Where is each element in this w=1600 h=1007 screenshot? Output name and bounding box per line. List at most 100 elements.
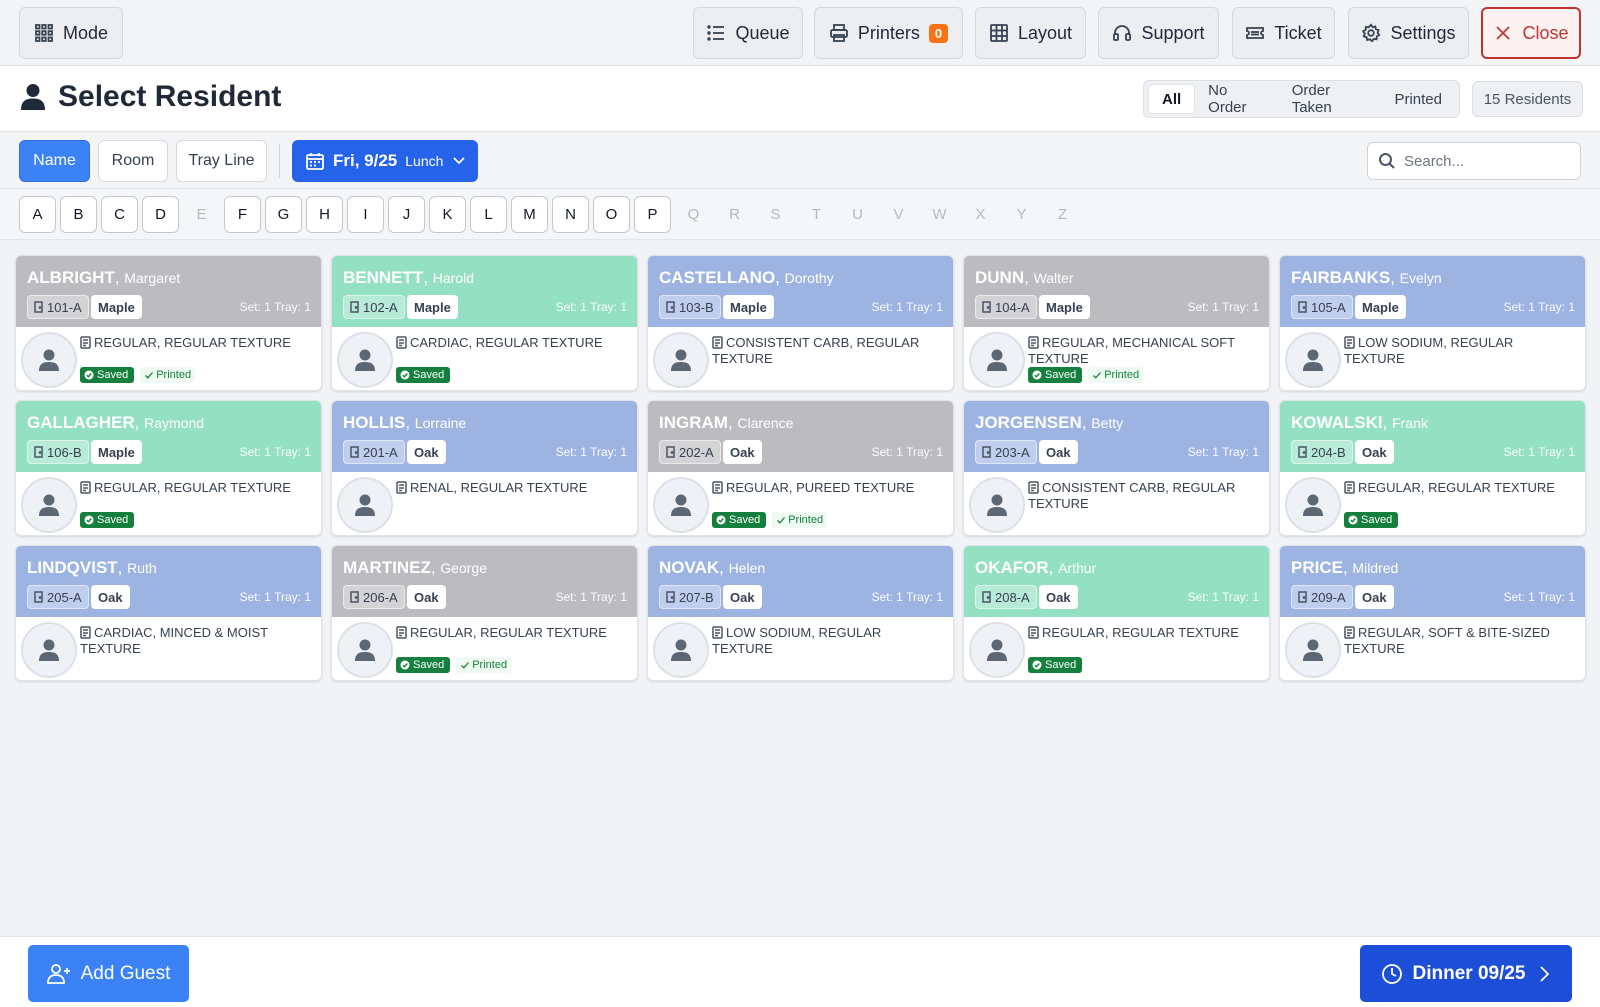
unit-chip: Maple <box>407 295 458 319</box>
avatar <box>1285 332 1341 388</box>
document-icon <box>1344 626 1355 639</box>
resident-card-body: REGULAR, REGULAR TEXTURE Saved <box>964 617 1269 680</box>
support-button[interactable]: Support <box>1098 7 1219 59</box>
room-chip: 202-A <box>659 440 721 464</box>
check-icon <box>1093 372 1102 379</box>
resident-name: JORGENSEN, Betty <box>975 413 1124 432</box>
saved-label: Saved <box>1361 514 1393 526</box>
saved-label: Saved <box>97 369 129 381</box>
add-guest-button[interactable]: Add Guest <box>28 945 189 1002</box>
search-input[interactable] <box>1404 152 1564 170</box>
resident-first-name: George <box>440 560 487 576</box>
ticket-button[interactable]: Ticket <box>1232 7 1335 59</box>
letter-g[interactable]: G <box>265 196 302 233</box>
next-meal-button[interactable]: Dinner 09/25 <box>1360 945 1572 1002</box>
resident-card[interactable]: OKAFOR, Arthur 208-A Oak Set: 1 Tray: 1 REGU… <box>963 545 1270 681</box>
settings-label: Settings <box>1390 22 1456 43</box>
resident-card[interactable]: MARTINEZ, George 206-A Oak Set: 1 Tray: 1 RE… <box>331 545 638 681</box>
filter-all[interactable]: All <box>1148 84 1196 114</box>
search-box[interactable] <box>1367 142 1581 180</box>
letter-e: E <box>196 206 207 223</box>
saved-label: Saved <box>413 659 445 671</box>
letter-n[interactable]: N <box>552 196 589 233</box>
letter-h[interactable]: H <box>306 196 343 233</box>
door-icon <box>1298 446 1307 458</box>
resident-name: FAIRBANKS, Evelyn <box>1291 268 1442 287</box>
letter-i[interactable]: I <box>347 196 384 233</box>
printers-button[interactable]: Printers 0 <box>814 7 963 59</box>
sort-room-button[interactable]: Room <box>98 140 168 182</box>
resident-card[interactable]: PRICE, Mildred 209-A Oak Set: 1 Tray: 1 REGU… <box>1279 545 1586 681</box>
resident-card[interactable]: LINDQVIST, Ruth 205-A Oak Set: 1 Tray: 1 CAR… <box>15 545 322 681</box>
room-chip: 106-B <box>27 440 89 464</box>
resident-card[interactable]: FAIRBANKS, Evelyn 105-A Maple Set: 1 Tray: … <box>1279 255 1586 391</box>
diet-text: REGULAR, REGULAR TEXTURE <box>94 480 291 495</box>
room-number: 103-B <box>679 299 714 315</box>
document-icon <box>1344 481 1355 494</box>
status-filter-group: All No Order Order Taken Printed <box>1143 80 1460 118</box>
resident-first-name: Walter <box>1033 270 1074 286</box>
letter-f[interactable]: F <box>224 196 261 233</box>
chevron-down-icon <box>453 157 466 165</box>
printed-badge: Printed <box>772 512 828 528</box>
set-tray-info: Set: 1 Tray: 1 <box>1187 590 1259 604</box>
resident-card[interactable]: NOVAK, Helen 207-B Oak Set: 1 Tray: 1 LOW SO… <box>647 545 954 681</box>
filter-no-order[interactable]: No Order <box>1195 82 1279 116</box>
resident-card-body: LOW SODIUM, REGULAR TEXTURE <box>648 617 953 680</box>
set-tray-info: Set: 1 Tray: 1 <box>1503 590 1575 604</box>
resident-card[interactable]: DUNN, Walter 104-A Maple Set: 1 Tray: 1 REGU… <box>963 255 1270 391</box>
resident-card[interactable]: CASTELLANO, Dorothy 103-B Maple Set: 1 Tray… <box>647 255 954 391</box>
check-circle-icon <box>400 660 410 670</box>
letter-d[interactable]: D <box>142 196 179 233</box>
resident-name: MARTINEZ, George <box>343 558 487 577</box>
resident-card[interactable]: HOLLIS, Lorraine 201-A Oak Set: 1 Tray: 1 RE… <box>331 400 638 536</box>
layout-button[interactable]: Layout <box>975 7 1086 59</box>
letter-p[interactable]: P <box>634 196 671 233</box>
filter-printed[interactable]: Printed <box>1381 84 1455 114</box>
resident-card[interactable]: GALLAGHER, Raymond 106-B Maple Set: 1 Tray:… <box>15 400 322 536</box>
resident-card[interactable]: INGRAM, Clarence 202-A Oak Set: 1 Tray: 1 RE… <box>647 400 954 536</box>
sort-name-button[interactable]: Name <box>19 140 90 182</box>
resident-name: GALLAGHER, Raymond <box>27 413 205 432</box>
resident-card[interactable]: KOWALSKI, Frank 204-B Oak Set: 1 Tray: 1 REG… <box>1279 400 1586 536</box>
person-icon <box>987 639 1007 661</box>
door-icon <box>1298 591 1307 603</box>
resident-card[interactable]: JORGENSEN, Betty 203-A Oak Set: 1 Tray: 1 CO… <box>963 400 1270 536</box>
queue-button[interactable]: Queue <box>693 7 803 59</box>
close-button[interactable]: Close <box>1481 7 1581 59</box>
resident-card-header: OKAFOR, Arthur 208-A Oak Set: 1 Tray: 1 <box>964 546 1269 617</box>
settings-button[interactable]: Settings <box>1348 7 1469 59</box>
letter-b[interactable]: B <box>60 196 97 233</box>
door-icon <box>350 591 359 603</box>
letter-l[interactable]: L <box>470 196 507 233</box>
resident-card-header: JORGENSEN, Betty 203-A Oak Set: 1 Tray: 1 <box>964 401 1269 472</box>
resident-first-name: Frank <box>1392 415 1428 431</box>
unit-chip: Oak <box>1039 585 1078 609</box>
letter-a[interactable]: A <box>19 196 56 233</box>
resident-card-header: DUNN, Walter 104-A Maple Set: 1 Tray: 1 <box>964 256 1269 327</box>
avatar <box>969 477 1025 533</box>
letter-m[interactable]: M <box>511 196 548 233</box>
avatar <box>337 477 393 533</box>
sort-tray-line-button[interactable]: Tray Line <box>176 140 267 182</box>
room-chip: 205-A <box>27 585 89 609</box>
date-meal-selector[interactable]: Fri, 9/25 Lunch <box>292 140 478 182</box>
resident-card-header: KOWALSKI, Frank 204-B Oak Set: 1 Tray: 1 <box>1280 401 1585 472</box>
letter-k[interactable]: K <box>429 196 466 233</box>
mode-button[interactable]: Mode <box>19 7 123 59</box>
resident-card[interactable]: ALBRIGHT, Margaret 101-A Maple Set: 1 Tray:… <box>15 255 322 391</box>
person-icon <box>355 639 375 661</box>
letter-j[interactable]: J <box>388 196 425 233</box>
door-icon <box>666 591 675 603</box>
resident-last-name: GALLAGHER <box>27 413 135 432</box>
room-chip: 206-A <box>343 585 405 609</box>
resident-card-body: REGULAR, REGULAR TEXTURE Saved <box>1280 472 1585 535</box>
list-icon <box>707 25 725 41</box>
resident-name: HOLLIS, Lorraine <box>343 413 467 432</box>
search-icon <box>1379 153 1395 169</box>
set-tray-info: Set: 1 Tray: 1 <box>1503 445 1575 459</box>
resident-card[interactable]: BENNETT, Harold 102-A Maple Set: 1 Tray: 1 C… <box>331 255 638 391</box>
letter-o[interactable]: O <box>593 196 630 233</box>
filter-order-taken[interactable]: Order Taken <box>1279 82 1382 116</box>
letter-c[interactable]: C <box>101 196 138 233</box>
